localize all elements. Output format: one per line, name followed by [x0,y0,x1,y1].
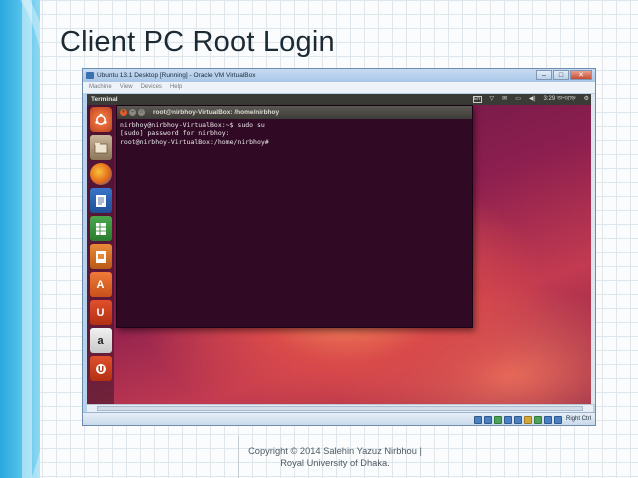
virtualbox-icon [86,72,94,79]
settings-gear-icon[interactable]: ⚙ [584,94,589,105]
ubuntu-one-music-icon[interactable]: U [89,356,112,381]
vbox-window-title: Ubuntu 13.1 Desktop [Running] - Oracle V… [97,72,256,79]
keyboard-layout-icon[interactable]: En [472,96,482,103]
amazon-icon[interactable]: a [89,328,112,353]
host-key-icon [553,415,562,424]
scrollbar-thumb[interactable] [97,406,583,411]
svg-text:U: U [97,365,104,374]
menu-help[interactable]: Help [170,82,182,93]
virtualbox-window: Ubuntu 13.1 Desktop [Running] - Oracle V… [82,68,596,426]
terminal-line: root@nirbhoy-VirtualBox:/home/nirbhoy# [120,137,269,146]
ubuntu-dash-icon[interactable] [89,107,112,132]
panel-indicators: En ▽ ✉ ▭ ◀) 3:29 অপরাহ্ন ⚙ [472,94,589,105]
terminal-close-icon[interactable]: × [120,109,127,116]
hard-disk-icon[interactable] [473,415,482,424]
unity-launcher: A U a U [87,105,114,412]
volume-icon[interactable]: ◀) [529,94,536,105]
files-icon[interactable] [89,135,112,160]
recording-icon[interactable] [533,415,542,424]
slide-decoration-band [0,0,40,478]
mouse-integration-icon[interactable] [543,415,552,424]
menu-view[interactable]: View [120,82,133,93]
ubuntu-top-panel: Terminal En ▽ ✉ ▭ ◀) 3:29 অপরাহ্ন ⚙ [87,94,593,105]
menu-machine[interactable]: Machine [89,82,112,93]
menu-devices[interactable]: Devices [141,82,162,93]
optical-drive-icon[interactable] [483,415,492,424]
ubuntu-one-icon[interactable]: U [89,300,112,325]
vbox-statusbar: Right Ctrl [83,412,595,425]
status-icons: Right Ctrl [473,415,591,424]
network-icon[interactable]: ▽ [490,94,495,105]
footer-copyright: Copyright © 2014 Salehin Yazuz Nirbhou | [248,446,422,456]
shared-folder-icon[interactable] [503,415,512,424]
guest-screen[interactable]: Terminal En ▽ ✉ ▭ ◀) 3:29 অপরাহ্ন ⚙ A U … [87,94,593,412]
terminal-maximize-icon[interactable]: □ [138,109,145,116]
terminal-window[interactable]: × – □ root@nirbhoy-VirtualBox: /home/nir… [116,105,473,328]
clock[interactable]: 3:29 অপরাহ্ন [543,94,575,105]
display-icon[interactable] [523,415,532,424]
vbox-titlebar[interactable]: Ubuntu 13.1 Desktop [Running] - Oracle V… [83,69,595,82]
terminal-titlebar[interactable]: × – □ root@nirbhoy-VirtualBox: /home/nir… [117,106,472,119]
horizontal-scrollbar[interactable] [87,404,593,412]
slide-footer: Copyright © 2014 Salehin Yazuz Nirbhou |… [200,445,470,469]
libreoffice-writer-icon[interactable] [89,188,112,213]
vertical-scrollbar[interactable] [591,94,595,404]
software-center-icon[interactable]: A [89,272,112,297]
terminal-output[interactable]: nirbhoy@nirbhoy-VirtualBox:~$ sudo su [s… [120,121,469,325]
usb-icon[interactable] [493,415,502,424]
slide-title: Client PC Root Login [60,26,335,58]
battery-icon[interactable]: ▭ [515,94,521,105]
active-app-name: Terminal [91,96,118,103]
vbox-menubar: Machine View Devices Help [83,82,595,93]
libreoffice-calc-icon[interactable] [89,216,112,241]
terminal-title: root@nirbhoy-VirtualBox: /home/nirbhoy [153,109,280,116]
maximize-button[interactable]: □ [553,70,569,80]
firefox-icon[interactable] [89,163,112,185]
terminal-line: [sudo] password for nirbhoy: [120,129,230,138]
mail-icon[interactable]: ✉ [502,94,507,105]
terminal-line: nirbhoy@nirbhoy-VirtualBox:~$ sudo su [120,121,265,129]
minimize-button[interactable]: – [536,70,552,80]
libreoffice-impress-icon[interactable] [89,244,112,269]
host-key-label: Right Ctrl [565,416,591,422]
network-adapter-icon[interactable] [513,415,522,424]
close-button[interactable]: ✕ [570,70,592,80]
footer-institution: Royal University of Dhaka. [280,458,390,468]
window-controls: – □ ✕ [536,70,592,80]
terminal-minimize-icon[interactable]: – [129,109,136,116]
